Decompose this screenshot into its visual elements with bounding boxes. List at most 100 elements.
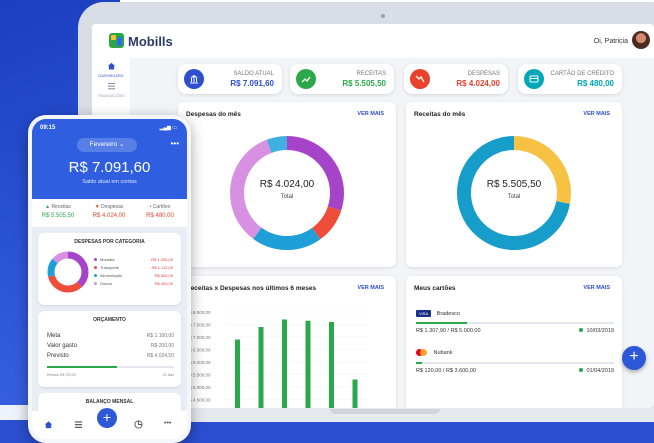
sidebar-item-dashboard[interactable]: DASHBOARD (92, 62, 130, 78)
card-title: Receitas do mês (414, 111, 466, 118)
more-icon[interactable]: ••• (171, 139, 179, 148)
stat-label: CARTÃO DE CRÉDITO (550, 71, 614, 77)
trend-up-icon (296, 69, 316, 89)
card-title: ORÇAMENTO (93, 317, 126, 323)
chart-pie-icon[interactable] (134, 420, 143, 429)
categorias-donut-chart (47, 251, 89, 293)
bar[interactable] (235, 339, 240, 409)
list-item[interactable]: VISA Bradesco R$ 1.307,90 / R$ 5.000,00 … (416, 310, 614, 334)
stat-cartao[interactable]: CARTÃO DE CRÉDITO R$ 480,00 (518, 64, 622, 94)
card-title: Despesas do mês (186, 111, 241, 118)
mastercard-icon (416, 349, 428, 356)
stat-label: DESPESAS (467, 71, 500, 77)
home-icon[interactable] (44, 420, 53, 429)
card-limit: R$ 3.600,00 (445, 368, 476, 374)
status-dot-icon (579, 328, 584, 332)
orcamento-progress-fill (47, 366, 117, 368)
legend-value: R$ 400,00 (154, 281, 173, 286)
phone-header: 09:15 ▂▄▆ ▭ Fevereiro ⌄ ••• R$ 7.091,60 … (32, 119, 187, 199)
bar[interactable] (282, 319, 287, 409)
card-date: 01/04/2019 (579, 368, 614, 374)
legend-item: Transporte (94, 265, 119, 270)
card-progress-fill (416, 362, 422, 364)
bar[interactable] (305, 320, 311, 408)
list-item[interactable]: Nubank R$ 120,00 / R$ 3.600,00 01/04/201… (416, 349, 614, 374)
stat-receitas[interactable]: RECEITAS R$ 5.505,50 (290, 64, 394, 94)
donut-value: R$ 4.024,00 (259, 179, 315, 190)
ver-mais-link[interactable]: VER MAIS (357, 111, 384, 117)
phone-mockup: 09:15 ▂▄▆ ▭ Fevereiro ⌄ ••• R$ 7.091,60 … (28, 115, 191, 443)
phone-orcamento-card: ORÇAMENTO Meta R$ 1.100,00 Valor gasto R$ … (38, 311, 181, 387)
donut-center: R$ 4.024,00 Total (227, 179, 347, 200)
summary-receitas[interactable]: ▲ Receitas R$ 5.505,50 (34, 204, 82, 219)
status-dot-icon (579, 368, 584, 372)
chevron-down-icon: ⌄ (118, 141, 125, 148)
ver-mais-link[interactable]: VER MAIS (583, 111, 610, 117)
visa-icon: VISA (416, 310, 432, 317)
month-selector[interactable]: Fevereiro ⌄ (77, 138, 137, 152)
mobills-logo-icon (109, 33, 124, 48)
card-amounts: R$ 1.307,90 / R$ 5.000,00 (416, 328, 481, 334)
stat-value: R$ 5.505,50 (342, 79, 386, 88)
bar[interactable] (258, 327, 264, 408)
bar[interactable] (352, 379, 358, 409)
receitas-card: Receitas do mês VER MAIS R$ 5.505,50 Tot… (406, 102, 622, 267)
ver-mais-link[interactable]: VER MAIS (583, 285, 610, 291)
card-name: Bradesco (436, 311, 460, 317)
brand-name: Mobills (128, 34, 173, 49)
avatar[interactable] (632, 31, 650, 49)
orcamento-footer-left: Restam R$ 700,00 (47, 373, 77, 377)
sidebar-item-label: DASHBOARD (98, 73, 124, 78)
bar[interactable] (329, 322, 334, 408)
stat-value: R$ 7.091,60 (230, 79, 274, 88)
donut-total-label: Total (280, 194, 294, 200)
top-bar: Mobills Oi, Patricia (92, 24, 654, 58)
bank-icon (184, 69, 204, 89)
legend-item: Moradia (94, 257, 114, 262)
card-title: DESPESAS POR CATEGORIA (74, 239, 145, 245)
user-greeting[interactable]: Oi, Patricia (594, 38, 628, 45)
stat-value: R$ 480,00 (577, 79, 614, 88)
despesas-card: Despesas do mês VER MAIS R$ 4.024,00 Tot… (178, 102, 396, 267)
home-icon (107, 62, 115, 70)
donut-value: R$ 5.505,50 (486, 179, 542, 190)
add-button[interactable]: + (622, 346, 646, 370)
card-limit: R$ 5.000,00 (450, 328, 481, 334)
list-icon (107, 82, 115, 90)
phone-add-button[interactable]: + (97, 408, 117, 428)
card-name: Nubank (433, 349, 453, 356)
stat-label: SALDO ATUAL (233, 71, 274, 77)
card-amounts: R$ 120,00 / R$ 3.600,00 (416, 368, 476, 374)
signal-wifi-battery-icon: ▂▄▆ ▭ (159, 125, 177, 131)
cartoes-card: Meus cartões VER MAIS VISA Bradesco R$ 1… (406, 276, 622, 408)
trend-down-icon (410, 69, 430, 89)
card-title: Receitas x Despesas nos últimos 6 meses (186, 285, 317, 292)
orcamento-row: Valor gasto R$ 200,00 (47, 343, 174, 349)
ver-mais-link[interactable]: VER MAIS (357, 285, 384, 291)
stat-saldo[interactable]: SALDO ATUAL R$ 7.091,60 (178, 64, 282, 94)
phone-categorias-card: DESPESAS POR CATEGORIA Moradia R$ 1.290,… (38, 233, 181, 305)
legend-item: Alimentação (94, 273, 122, 278)
card-progress-track (416, 362, 614, 364)
stat-value: R$ 4.024,00 (456, 79, 500, 88)
summary-despesas[interactable]: ▼ Despesas R$ 4.024,00 (85, 204, 133, 219)
more-icon[interactable]: ••• (164, 420, 171, 427)
bar-chart: R$ 8.000,00R$ 7.500,00R$ 7.000,00R$ 6.50… (186, 310, 368, 409)
laptop-notch (330, 409, 440, 414)
legend-value: R$ 1.110,00 (151, 265, 174, 270)
card-title: Meus cartões (414, 285, 456, 292)
sidebar-item-label: TRANSAÇÕES (97, 93, 125, 98)
summary-cartoes[interactable]: • Cartões R$ 480,00 (136, 204, 184, 219)
list-icon[interactable] (74, 420, 83, 429)
sidebar-item-transacoes[interactable]: TRANSAÇÕES (92, 82, 130, 98)
stat-despesas[interactable]: DESPESAS R$ 4.024,00 (404, 64, 508, 94)
phone-balance-label: Saldo atual em contas (82, 179, 137, 185)
legend-value: R$ 500,00 (154, 273, 173, 278)
legend-item: Outros (94, 281, 112, 286)
phone-summary: ▲ Receitas R$ 5.505,50 ▼ Despesas R$ 4.0… (32, 199, 187, 227)
donut-center: R$ 5.505,50 Total (454, 179, 574, 200)
stat-label: RECEITAS (356, 71, 386, 77)
donut-total-label: Total (507, 194, 521, 200)
card-spent: R$ 120,00 (416, 368, 442, 374)
card-date: 10/03/2019 (579, 328, 614, 334)
